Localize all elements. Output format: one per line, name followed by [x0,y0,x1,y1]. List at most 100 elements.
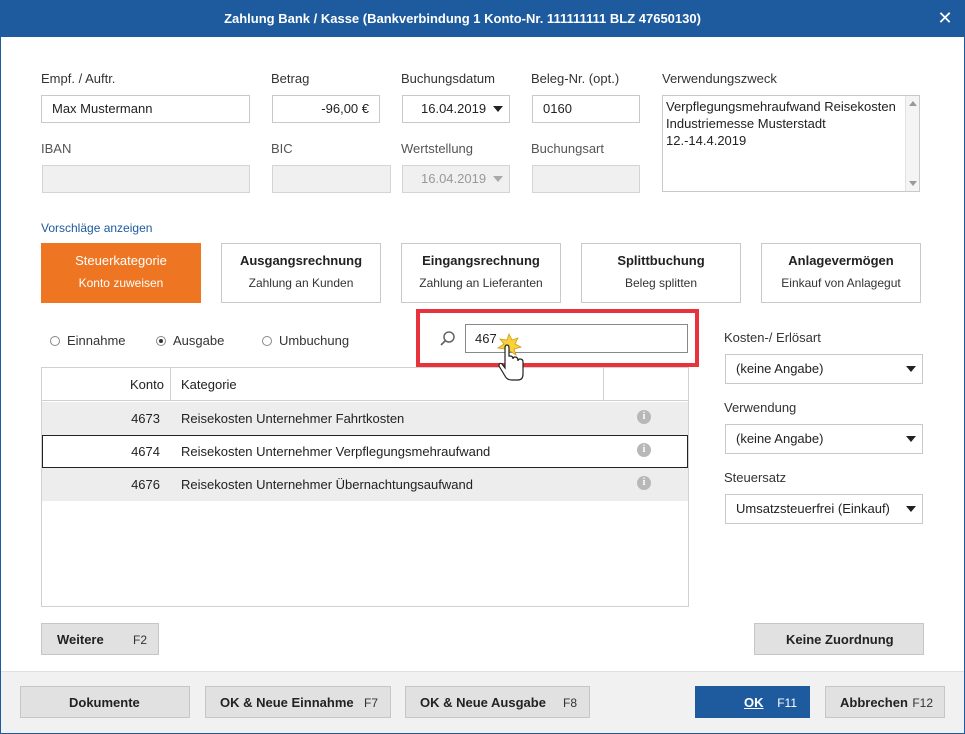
empf-field[interactable]: Max Mustermann [41,95,250,123]
chevron-down-icon [493,176,503,182]
category-table: Konto Kategorie 4673 Reisekosten Unterne… [41,367,689,607]
button-label: OK & Neue Einnahme [220,695,354,710]
zweck-label: Verwendungszweck [662,71,777,86]
table-row[interactable]: 4676 Reisekosten Unternehmer Übernachtun… [42,468,688,501]
ok-neue-einnahme-button[interactable]: OK & Neue Einnahme F7 [205,686,391,718]
column-divider[interactable] [603,368,604,401]
buchungsart-label: Buchungsart [531,141,604,156]
button-label: Weitere [57,632,104,647]
chevron-down-icon [493,106,503,112]
empf-label: Empf. / Auftr. [41,71,116,86]
shortcut-key: F7 [363,696,378,710]
header-konto[interactable]: Konto [130,377,164,392]
scroll-down-icon[interactable] [909,181,917,186]
tab-eingangsrechnung[interactable]: Eingangsrechnung Zahlung an Lieferanten [401,243,561,303]
ok-neue-ausgabe-button[interactable]: OK & Neue Ausgabe F8 [405,686,590,718]
radio-label: Einnahme [67,333,126,348]
zweck-scrollbar[interactable] [905,96,919,191]
keine-zuordnung-button[interactable]: Keine Zuordnung [754,623,924,655]
buchungsdatum-value: 16.04.2019 [421,101,487,116]
header-kategorie[interactable]: Kategorie [181,377,237,392]
info-icon[interactable]: i [637,410,651,424]
tab-title: Anlagevermögen [788,253,894,268]
row-kategorie: Reisekosten Unternehmer Übernachtungsauf… [181,477,473,492]
dokumente-button[interactable]: Dokumente [20,686,190,718]
verwendung-label: Verwendung [724,400,797,415]
betrag-label: Betrag [271,71,310,86]
radio-checked-icon [156,336,166,346]
chevron-down-icon [906,436,916,442]
verwendung-value: (keine Angabe) [736,431,824,446]
row-konto: 4673 [131,411,160,426]
radio-label: Umbuchung [279,333,350,348]
bic-field [272,165,391,193]
radio-ausgabe[interactable]: Ausgabe [156,333,224,348]
info-icon[interactable]: i [637,443,651,457]
wertstellung-select: 16.04.2019 [402,165,510,193]
buchungsart-field [532,165,640,193]
shortcut-key: F12 [912,696,933,710]
tab-title: Eingangsrechnung [422,253,540,268]
table-row[interactable]: 4673 Reisekosten Unternehmer Fahrtkosten… [42,402,688,435]
tab-splittbuchung[interactable]: Splittbuchung Beleg splitten [581,243,741,303]
scroll-up-icon[interactable] [909,101,917,106]
title-bar: Zahlung Bank / Kasse (Bankverbindung 1 K… [0,0,965,37]
bic-label: BIC [271,141,293,156]
close-icon[interactable]: ✕ [935,8,955,28]
search-icon [440,331,455,346]
tab-anlagevermoegen[interactable]: Anlagevermögen Einkauf von Anlagegut [761,243,921,303]
tab-title: Splittbuchung [617,253,705,268]
chevron-down-icon [906,366,916,372]
ok-button[interactable]: OK F11 [695,686,810,718]
tab-subtitle: Zahlung an Lieferanten [419,276,543,290]
table-row-selected[interactable]: 4674 Reisekosten Unternehmer Verpflegung… [42,435,688,468]
radio-label: Ausgabe [173,333,225,348]
tab-steuerkategorie[interactable]: Steuerkategorie Konto zuweisen [41,243,201,303]
button-label: OK & Neue Ausgabe [420,695,546,710]
kosten-select[interactable]: (keine Angabe) [725,354,923,384]
wertstellung-value: 16.04.2019 [421,171,487,186]
steuersatz-value: Umsatzsteuerfrei (Einkauf) [736,501,890,516]
buchungsdatum-select[interactable]: 16.04.2019 [402,95,510,123]
beleg-field[interactable]: 0160 [532,95,640,123]
buchungsdatum-label: Buchungsdatum [401,71,495,86]
shortcut-key: F8 [562,696,577,710]
radio-einnahme[interactable]: Einnahme [50,333,126,348]
info-icon[interactable]: i [637,476,651,490]
button-label: Keine Zuordnung [786,632,894,647]
betrag-field[interactable]: -96,00 € [272,95,380,123]
row-konto: 4674 [131,444,160,459]
verwendung-select[interactable]: (keine Angabe) [725,424,923,454]
tab-title: Ausgangsrechnung [239,253,363,268]
radio-umbuchung[interactable]: Umbuchung [262,333,349,348]
wertstellung-label: Wertstellung [401,141,474,156]
window-title: Zahlung Bank / Kasse (Bankverbindung 1 K… [224,11,701,26]
tab-subtitle: Zahlung an Kunden [248,276,354,290]
column-divider[interactable] [170,368,171,401]
button-label: Dokumente [69,695,140,710]
steuersatz-select[interactable]: Umsatzsteuerfrei (Einkauf) [725,494,923,524]
search-input[interactable]: 467 [465,324,688,353]
abbrechen-button[interactable]: Abbrechen F12 [825,686,945,718]
row-konto: 4676 [131,477,160,492]
tab-subtitle: Beleg splitten [624,276,698,290]
row-kategorie: Reisekosten Unternehmer Fahrtkosten [181,411,405,426]
zweck-text: Verpflegungsmehraufwand Reisekosten Indu… [666,99,896,148]
tab-subtitle: Konto zuweisen [78,276,164,290]
suggestions-link[interactable]: Vorschläge anzeigen [41,221,152,235]
tab-subtitle: Einkauf von Anlagegut [781,276,901,290]
kosten-value: (keine Angabe) [736,361,824,376]
shortcut-key: F11 [777,696,797,710]
zweck-textarea[interactable]: Verpflegungsmehraufwand Reisekosten Indu… [662,95,920,192]
shortcut-key: F2 [132,633,147,647]
tab-ausgangsrechnung[interactable]: Ausgangsrechnung Zahlung an Kunden [221,243,381,303]
button-label: OK [744,695,764,710]
radio-circle-icon [262,336,272,346]
button-label: Abbrechen [840,695,908,710]
row-kategorie: Reisekosten Unternehmer Verpflegungsmehr… [181,444,491,459]
beleg-label: Beleg-Nr. (opt.) [531,71,620,86]
steuersatz-label: Steuersatz [724,470,787,485]
table-header: Konto Kategorie [42,368,688,401]
iban-field [42,165,250,193]
weitere-button[interactable]: Weitere F2 [41,623,159,655]
